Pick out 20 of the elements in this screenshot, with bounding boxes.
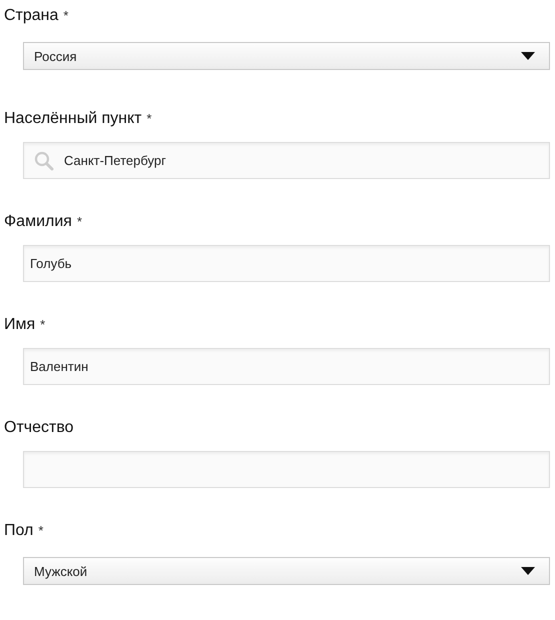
dropdown[interactable]: Мужской [23,557,550,585]
required-mark: * [63,7,68,25]
search-icon [34,151,54,171]
input-field[interactable]: Голубь [23,245,550,282]
caret-icon [521,567,535,575]
field-label: Населённый пункт [4,109,142,129]
caret-icon [521,52,535,60]
field-label: Фамилия [4,212,72,232]
required-mark: * [40,316,46,334]
field-label: Имя [4,315,36,335]
input-field[interactable] [23,451,550,488]
field-label: Страна [4,6,58,26]
field-label: Отчество [4,418,74,438]
required-mark: * [38,522,44,540]
required-mark: * [146,110,152,128]
required-mark: * [76,213,82,231]
input-field[interactable]: Валентин [23,348,550,385]
dropdown[interactable]: Россия [23,42,550,70]
field-label: Пол [4,521,34,541]
search-field[interactable]: Санкт-Петербург [23,142,550,179]
